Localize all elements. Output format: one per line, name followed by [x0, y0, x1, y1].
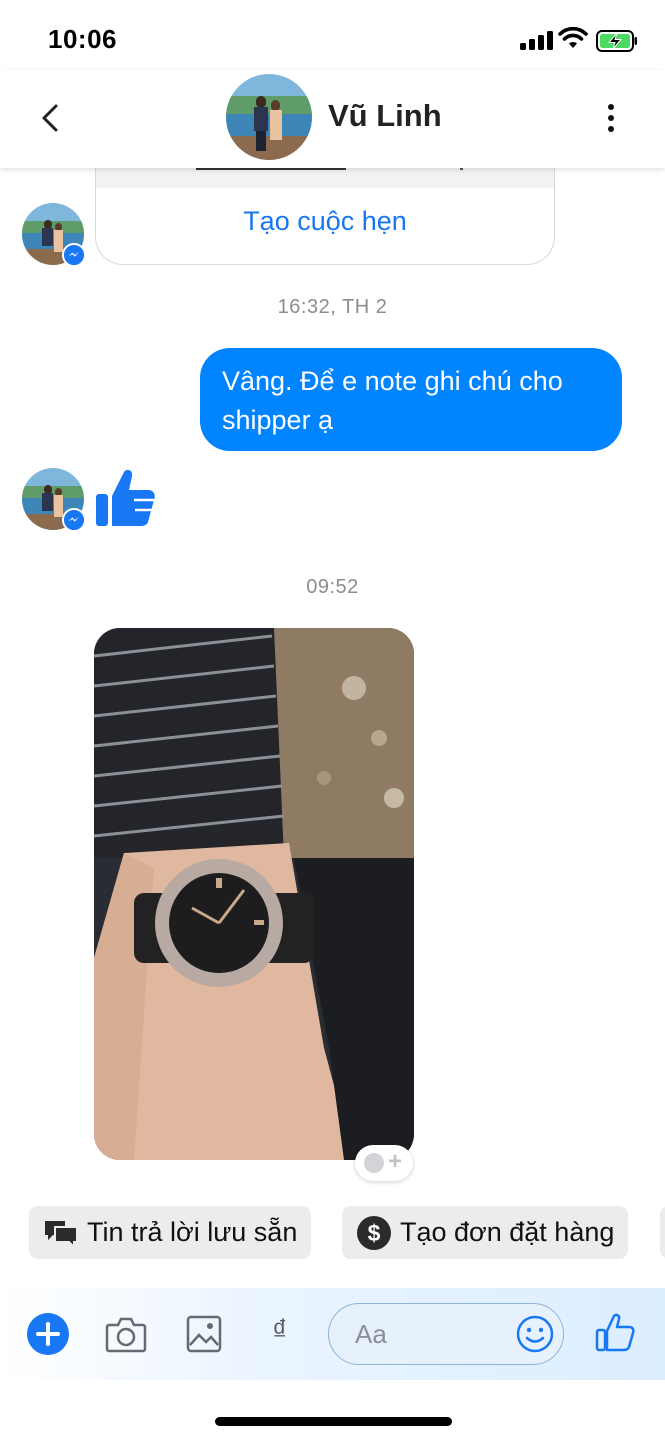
camera-icon[interactable] — [105, 1315, 147, 1355]
contact-name[interactable]: Vũ Linh — [328, 98, 442, 134]
card-underline — [196, 168, 346, 170]
messenger-icon — [62, 243, 86, 267]
sender-avatar[interactable] — [22, 468, 86, 532]
photo-message[interactable] — [94, 628, 414, 1160]
status-time: 10:06 — [48, 24, 117, 54]
dollar-icon: $ — [357, 1215, 391, 1250]
add-reaction-button[interactable]: + — [355, 1145, 413, 1181]
wifi-icon — [558, 26, 588, 48]
saved-replies-chip[interactable]: Tin trả lời lưu sẵn — [29, 1206, 312, 1259]
plus-icon: + — [388, 1148, 403, 1175]
saved-replies-label: Tin trả lời lưu sẵn — [87, 1217, 298, 1247]
cellular-signal-icon — [520, 30, 554, 50]
create-appointment-button[interactable]: Tạo cuộc hẹn — [96, 206, 554, 237]
back-icon[interactable] — [30, 98, 70, 138]
create-order-label: Tạo đơn đặt hàng — [400, 1217, 615, 1247]
battery-charging-icon — [596, 30, 637, 52]
smiley-icon — [364, 1153, 384, 1173]
status-bar: 10:06 — [0, 0, 665, 70]
contact-avatar[interactable] — [226, 74, 312, 160]
more-chip[interactable] — [660, 1206, 665, 1259]
messenger-icon — [62, 508, 86, 532]
svg-text:$: $ — [368, 1220, 381, 1246]
message-input[interactable]: Aa — [328, 1303, 564, 1365]
create-order-chip[interactable]: $ Tạo đơn đặt hàng — [342, 1206, 629, 1259]
image-icon[interactable] — [186, 1315, 222, 1353]
timestamp: 09:52 — [306, 576, 359, 598]
thumbs-up-icon[interactable] — [94, 466, 158, 530]
chat-bubbles-icon — [45, 1220, 78, 1249]
outgoing-message[interactable]: Vâng. Để e note ghi chú cho shipper ạ — [200, 348, 622, 451]
currency-button[interactable]: ₫ — [272, 1314, 287, 1348]
plus-icon[interactable] — [27, 1313, 69, 1355]
thumbs-up-icon[interactable] — [595, 1312, 635, 1352]
sender-avatar[interactable] — [22, 203, 86, 267]
more-icon[interactable] — [598, 100, 624, 136]
smiley-icon[interactable] — [515, 1314, 555, 1354]
home-indicator[interactable] — [215, 1417, 452, 1426]
input-placeholder: Aa — [355, 1319, 387, 1349]
timestamp: 16:32, TH 2 — [277, 296, 388, 318]
composer-bar: ₫ Aa — [0, 1288, 665, 1380]
chat-header: Vũ Linh — [0, 70, 665, 168]
